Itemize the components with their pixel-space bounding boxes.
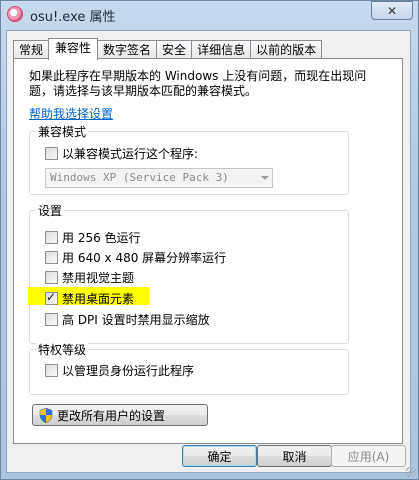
privilege-group-title: 特权等级 — [36, 341, 89, 358]
compat-os-select[interactable]: Windows XP (Service Pack 3) — [45, 168, 273, 188]
chevron-down-icon — [261, 176, 269, 180]
tab-security[interactable]: 安全 — [156, 40, 193, 59]
title-bar[interactable]: osu!.exe 属性 ✕ — [0, 0, 419, 30]
ok-button-label: 确定 — [207, 449, 232, 464]
help-choose-settings-link[interactable]: 帮助我选择设置 — [29, 105, 113, 122]
tab-strip: 常规 兼容性 数字签名 安全 详细信息 以前的版本 — [13, 38, 323, 60]
tab-general[interactable]: 常规 — [13, 40, 50, 59]
tab-details[interactable]: 详细信息 — [191, 40, 252, 59]
uac-shield-icon — [39, 408, 53, 423]
setting-disable-visual-themes-label: 禁用视觉主题 — [62, 271, 135, 285]
setting-640x480-row[interactable]: 用 640 x 480 屏幕分辨率运行 — [45, 249, 226, 266]
ok-button[interactable]: 确定 — [182, 445, 257, 467]
run-as-admin-checkbox[interactable] — [45, 364, 58, 377]
cancel-button-label: 取消 — [282, 449, 307, 464]
setting-disable-desktop-composition-row[interactable]: 禁用桌面元素 — [45, 290, 134, 307]
tab-compatibility[interactable]: 兼容性 — [48, 38, 99, 60]
setting-disable-dpi-scaling-label: 高 DPI 设置时禁用显示缩放 — [62, 313, 210, 327]
apply-button[interactable]: 应用(A) — [331, 445, 406, 467]
setting-256-colors-label: 用 256 色运行 — [62, 231, 141, 245]
setting-disable-visual-themes-row[interactable]: 禁用视觉主题 — [45, 269, 134, 286]
compat-os-selected-value: Windows XP (Service Pack 3) — [50, 171, 229, 184]
run-as-admin-label: 以管理员身份运行此程序 — [62, 364, 195, 378]
osu-app-icon — [7, 6, 23, 22]
run-in-compat-mode-label: 以兼容模式运行这个程序: — [62, 147, 199, 161]
cancel-button[interactable]: 取消 — [257, 445, 332, 467]
settings-group-title: 设置 — [36, 202, 65, 219]
change-settings-all-users-label: 更改所有用户的设置 — [57, 408, 166, 423]
change-settings-all-users-button[interactable]: 更改所有用户的设置 — [32, 404, 208, 426]
run-in-compat-mode-row[interactable]: 以兼容模式运行这个程序: — [45, 145, 198, 162]
setting-disable-desktop-composition-label: 禁用桌面元素 — [62, 292, 135, 306]
setting-640x480-checkbox[interactable] — [45, 251, 58, 264]
setting-disable-dpi-scaling-checkbox[interactable] — [45, 313, 58, 326]
setting-disable-desktop-composition-checkbox[interactable] — [45, 290, 58, 305]
tab-previous-versions[interactable]: 以前的版本 — [250, 40, 323, 59]
apply-button-label: 应用(A) — [347, 449, 390, 464]
setting-disable-dpi-scaling-row[interactable]: 高 DPI 设置时禁用显示缩放 — [45, 311, 210, 328]
compat-mode-group: 兼容模式 以兼容模式运行这个程序: Windows XP (Service Pa… — [29, 123, 349, 195]
compat-mode-group-title: 兼容模式 — [36, 123, 89, 140]
run-in-compat-mode-checkbox[interactable] — [45, 147, 58, 160]
setting-256-colors-row[interactable]: 用 256 色运行 — [45, 229, 141, 246]
setting-640x480-label: 用 640 x 480 屏幕分辨率运行 — [62, 251, 227, 265]
setting-disable-visual-themes-checkbox[interactable] — [45, 271, 58, 284]
close-icon: ✕ — [386, 3, 398, 18]
run-as-admin-row[interactable]: 以管理员身份运行此程序 — [45, 362, 194, 379]
intro-text: 如果此程序在早期版本的 Windows 上没有问题，而现在出现问题，请选择与该早… — [29, 69, 367, 98]
setting-256-colors-checkbox[interactable] — [45, 231, 58, 244]
window-title: osu!.exe 属性 — [30, 10, 116, 25]
tab-digital-signatures[interactable]: 数字签名 — [97, 40, 158, 59]
resize-grip[interactable] — [406, 467, 416, 477]
close-button[interactable]: ✕ — [371, 1, 413, 20]
